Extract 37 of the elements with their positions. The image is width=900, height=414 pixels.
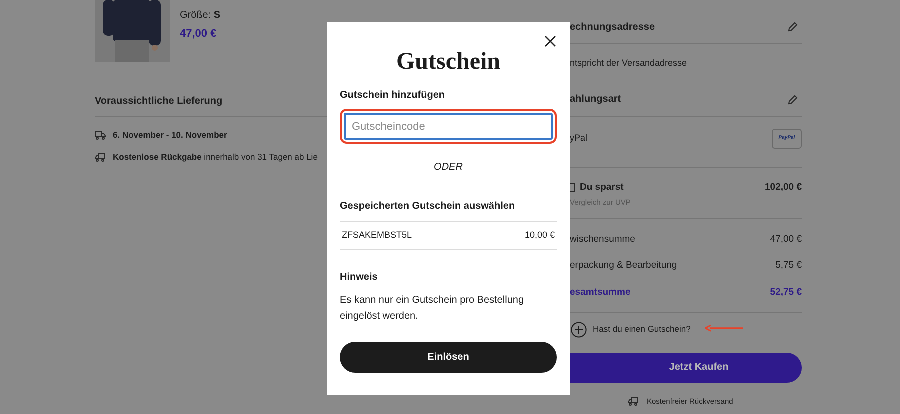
payment-method: yPal <box>570 132 588 145</box>
total-label: esamtsumme <box>570 286 631 300</box>
address-text: ntspricht der Versandadresse <box>570 57 688 70</box>
price: 47,00 € <box>180 27 218 42</box>
pencil-icon[interactable] <box>788 22 798 32</box>
truck-icon <box>95 130 106 140</box>
savings-label: Du sparst <box>580 180 624 194</box>
summary-label: wischensumme <box>570 233 636 247</box>
delivery-text: Kostenlose Rückgabe innerhalb von 31 Tagen ab Lie <box>113 150 318 164</box>
saved-voucher-row[interactable]: ZFSAKEMBST5L 10,00 € <box>340 221 557 250</box>
separator-text: ODER <box>433 161 464 175</box>
savings-value: 102,00 € <box>765 180 802 194</box>
size-text: Größe: S <box>180 9 221 23</box>
section-title: Gespeicherten Gutschein auswählen <box>340 200 516 214</box>
summary-value: 47,00 € <box>770 233 802 247</box>
section-title: echnungsadresse <box>570 20 656 34</box>
return-truck-icon <box>628 396 639 406</box>
pencil-icon[interactable] <box>788 94 798 104</box>
note-text: Es kann nur ein Gutschein pro Bestellung eingelöst werden. <box>340 294 525 324</box>
voucher-amount: 10,00 € <box>524 228 555 242</box>
section-title: Voraussichtliche Lieferung <box>95 95 224 109</box>
input-field[interactable]: Gutscheincode <box>344 113 553 140</box>
total-value: 52,75 € <box>770 286 802 300</box>
summary-label: erpackung & Bearbeitung <box>570 259 678 274</box>
return-truck-icon <box>95 152 106 162</box>
plus-circle-icon[interactable] <box>571 322 587 338</box>
note-title: Hinweis <box>340 271 379 285</box>
summary-value: 5,75 € <box>776 259 802 274</box>
voucher-code: ZFSAKEMBST5L <box>342 228 412 242</box>
close-icon[interactable] <box>545 36 556 47</box>
buy-button[interactable]: Jetzt Kaufen <box>570 352 802 383</box>
section-title: ahlungsart <box>570 93 622 107</box>
voucher-link[interactable]: Hast du einen Gutschein? <box>593 323 691 336</box>
redeem-button[interactable]: Einlösen <box>340 342 557 373</box>
delivery-text: 6. November - 10. November <box>113 129 228 142</box>
field-label: Gutschein hinzufügen <box>340 89 446 103</box>
dialog-title: Gutschein <box>395 48 502 76</box>
